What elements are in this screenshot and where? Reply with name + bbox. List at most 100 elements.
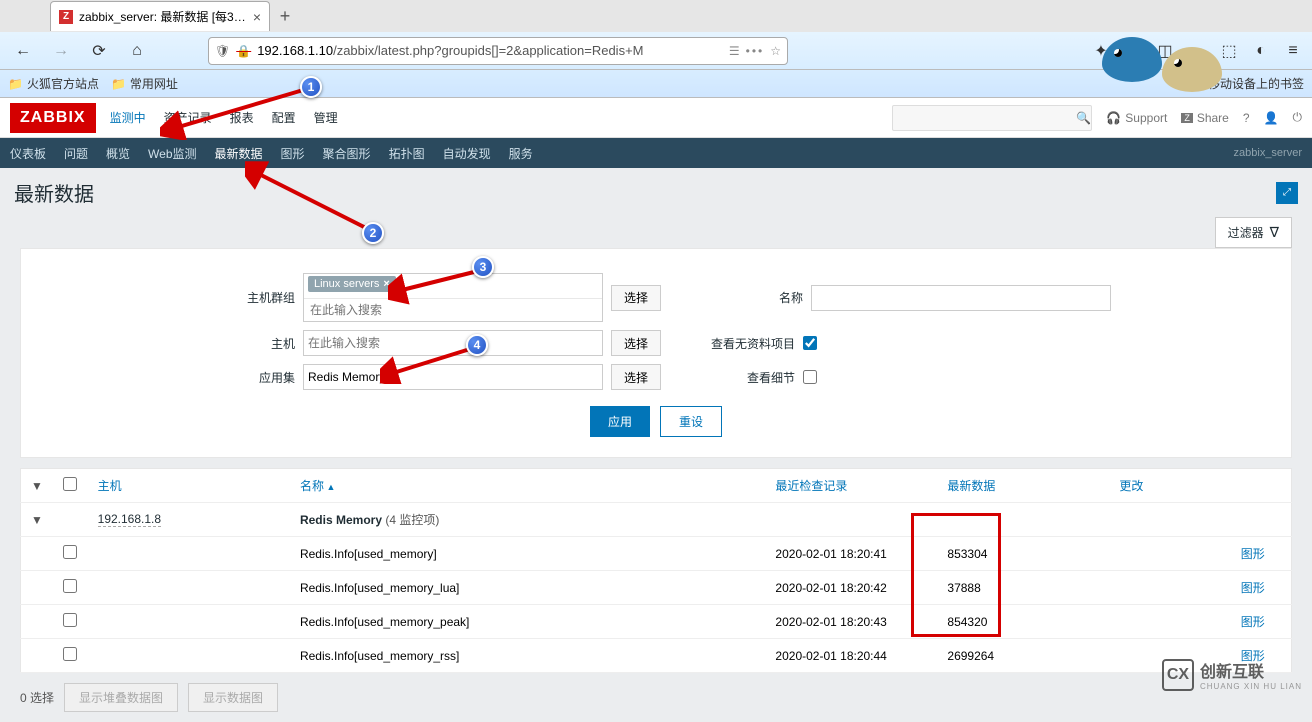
pocket-icon[interactable]: ⌄ bbox=[1186, 40, 1208, 62]
filter-toggle[interactable]: 过滤器 ∇ bbox=[1215, 217, 1292, 248]
fullscreen-icon[interactable]: ⤢ bbox=[1276, 182, 1298, 204]
hostgroup-search-input[interactable] bbox=[304, 298, 602, 321]
last-check: 2020-02-01 18:20:41 bbox=[765, 537, 937, 571]
help-icon[interactable]: ? bbox=[1243, 111, 1250, 125]
name-input-wrap bbox=[811, 285, 1111, 311]
apply-button[interactable]: 应用 bbox=[590, 406, 650, 437]
forward-button[interactable]: → bbox=[46, 36, 76, 66]
subnav-problems[interactable]: 问题 bbox=[64, 145, 88, 162]
bookmark-mobile[interactable]: 📁移动设备上的书签 bbox=[1189, 75, 1304, 92]
graph-button[interactable]: 显示数据图 bbox=[188, 683, 278, 712]
download-icon[interactable]: ⬚ bbox=[1218, 40, 1240, 62]
host-input[interactable] bbox=[308, 336, 598, 350]
folder-icon: 📁 bbox=[111, 77, 126, 91]
col-host[interactable]: 主机 bbox=[88, 469, 290, 503]
zabbix-search[interactable]: 🔍 bbox=[892, 105, 1092, 131]
row-checkbox[interactable] bbox=[63, 613, 77, 627]
logout-icon[interactable]: ⏻ bbox=[1293, 110, 1303, 125]
filter-actions: 应用 重设 bbox=[21, 406, 1291, 437]
support-link[interactable]: 🎧Support bbox=[1106, 111, 1167, 125]
row-checkbox[interactable] bbox=[63, 647, 77, 661]
row-checkbox[interactable] bbox=[63, 579, 77, 593]
details-checkbox[interactable] bbox=[803, 370, 817, 384]
expand-all-toggle[interactable]: ▼ bbox=[21, 469, 54, 503]
graph-link[interactable]: 图形 bbox=[1241, 615, 1265, 629]
subnav-maps[interactable]: 拓扑图 bbox=[389, 145, 425, 162]
new-tab-button[interactable]: + bbox=[270, 1, 300, 31]
library-icon[interactable]: |||\ bbox=[1122, 40, 1144, 62]
url-bar[interactable]: 🛡 🔒 192.168.1.10/zabbix/latest.php?group… bbox=[208, 37, 788, 65]
topmenu-inventory[interactable]: 资产记录 bbox=[164, 109, 212, 126]
item-name: Redis.Info[used_memory_lua] bbox=[290, 571, 765, 605]
more-icon[interactable]: ••• bbox=[746, 44, 765, 58]
tab-title: zabbix_server: 最新数据 [每30... bbox=[79, 8, 247, 25]
subnav-discovery[interactable]: 自动发现 bbox=[443, 145, 491, 162]
watermark-cn: 创新互联 bbox=[1200, 658, 1302, 682]
footer-actions: 0 选择 显示堆叠数据图 显示数据图 bbox=[0, 673, 1312, 722]
subnav-latest[interactable]: 最新数据 bbox=[215, 145, 263, 162]
subnav-graphs[interactable]: 图形 bbox=[281, 145, 305, 162]
last-check: 2020-02-01 18:20:43 bbox=[765, 605, 937, 639]
col-lastdata[interactable]: 最新数据 bbox=[937, 469, 1109, 503]
last-value: 853304 bbox=[937, 537, 1109, 571]
col-change[interactable]: 更改 bbox=[1109, 469, 1230, 503]
stacked-graph-button[interactable]: 显示堆叠数据图 bbox=[64, 683, 178, 712]
hostgroup-tag: Linux servers× bbox=[308, 276, 396, 292]
bookmark-common[interactable]: 📁常用网址 bbox=[111, 75, 178, 92]
reload-button[interactable]: ⟳ bbox=[84, 36, 114, 66]
col-lastcheck[interactable]: 最近检查记录 bbox=[765, 469, 937, 503]
subnav-services[interactable]: 服务 bbox=[509, 145, 533, 162]
bookmark-star-icon[interactable]: ☆ bbox=[770, 44, 781, 58]
zabbix-search-input[interactable] bbox=[899, 110, 1076, 125]
host-select-btn[interactable]: 选择 bbox=[611, 330, 661, 356]
browser-tab[interactable]: Z zabbix_server: 最新数据 [每30... × bbox=[50, 1, 270, 31]
reset-button[interactable]: 重设 bbox=[660, 406, 722, 437]
bookmark-firefox[interactable]: 📁火狐官方站点 bbox=[8, 75, 99, 92]
host-link[interactable]: 192.168.1.8 bbox=[98, 512, 161, 527]
folder-icon: 📁 bbox=[1189, 77, 1204, 91]
topmenu-config[interactable]: 配置 bbox=[272, 109, 296, 126]
hamburger-menu-icon[interactable]: ≡ bbox=[1282, 40, 1304, 62]
application-select-btn[interactable]: 选择 bbox=[611, 364, 661, 390]
subnav-web[interactable]: Web监测 bbox=[148, 145, 196, 162]
extension-icon[interactable]: ✦ bbox=[1090, 40, 1112, 62]
annotation-bubble-3: 3 bbox=[472, 256, 494, 278]
select-all-checkbox[interactable] bbox=[63, 477, 77, 491]
tag-remove-icon[interactable]: × bbox=[383, 278, 389, 290]
shield-icon[interactable]: 🛡 bbox=[215, 44, 230, 58]
search-icon[interactable]: 🔍 bbox=[1076, 111, 1091, 125]
home-button[interactable]: ⌂ bbox=[122, 36, 152, 66]
close-tab-icon[interactable]: × bbox=[253, 9, 261, 25]
subnav-dashboard[interactable]: 仪表板 bbox=[10, 145, 46, 162]
nodata-checkbox[interactable] bbox=[803, 336, 817, 350]
topmenu-admin[interactable]: 管理 bbox=[314, 109, 338, 126]
hostgroup-input[interactable]: Linux servers× bbox=[303, 273, 603, 322]
subnav-screens[interactable]: 聚合图形 bbox=[323, 145, 371, 162]
row-checkbox[interactable] bbox=[63, 545, 77, 559]
site-identity-icon[interactable]: 🔒 bbox=[236, 44, 251, 58]
share-link[interactable]: ZShare bbox=[1181, 111, 1229, 125]
select-all-checkbox-cell bbox=[53, 469, 87, 503]
page-title: 最新数据 bbox=[14, 178, 94, 207]
name-input[interactable] bbox=[816, 291, 1106, 305]
reader-mode-icon[interactable]: ☰ bbox=[729, 44, 740, 58]
topmenu-monitoring[interactable]: 监测中 bbox=[110, 109, 146, 126]
app-count: (4 监控项) bbox=[385, 513, 439, 527]
col-name[interactable]: 名称 bbox=[290, 469, 765, 503]
graph-link[interactable]: 图形 bbox=[1241, 581, 1265, 595]
zabbix-header: ZABBIX 监测中 资产记录 报表 配置 管理 🔍 🎧Support ZSha… bbox=[0, 98, 1312, 138]
topmenu-reports[interactable]: 报表 bbox=[230, 109, 254, 126]
back-button[interactable]: ← bbox=[8, 36, 38, 66]
hostgroup-select-btn[interactable]: 选择 bbox=[611, 285, 661, 311]
sidebar-icon[interactable]: ◫ bbox=[1154, 40, 1176, 62]
watermark: CX 创新互联 CHUANG XIN HU LIAN bbox=[1162, 658, 1302, 691]
subnav-overview[interactable]: 概览 bbox=[106, 145, 130, 162]
label-application: 应用集 bbox=[215, 369, 295, 386]
palette-icon[interactable]: ◐ bbox=[1250, 40, 1272, 62]
table-row: Redis.Info[used_memory_lua]2020-02-01 18… bbox=[21, 571, 1292, 605]
zabbix-logo[interactable]: ZABBIX bbox=[10, 103, 96, 133]
user-icon[interactable]: 👤 bbox=[1264, 111, 1279, 125]
application-input[interactable] bbox=[308, 370, 598, 384]
group-toggle[interactable]: ▼ bbox=[21, 503, 54, 537]
graph-link[interactable]: 图形 bbox=[1241, 547, 1265, 561]
